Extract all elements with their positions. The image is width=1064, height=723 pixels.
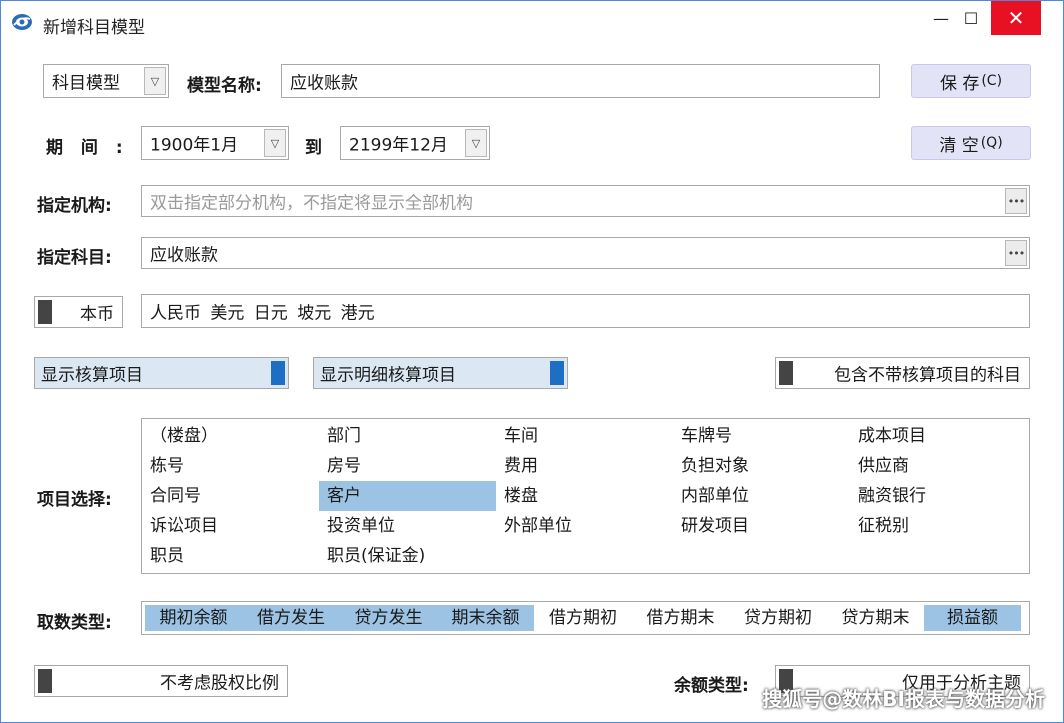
list-item[interactable]: 费用: [496, 451, 673, 481]
fetch-type-item[interactable]: 借方发生: [242, 605, 340, 631]
clear-button[interactable]: 清 空 (Q): [911, 126, 1031, 160]
save-button[interactable]: 保 存 (C): [911, 64, 1031, 98]
currency-input[interactable]: 人民币 美元 日元 坡元 港元: [141, 294, 1030, 328]
model-name-label: 模型名称:: [187, 76, 262, 96]
period-from-select[interactable]: 1900年1月 ▽: [141, 126, 289, 160]
dialog-window: 新增科目模型 — ☐ ✕ 科目模型 ▽ 模型名称: 应收账款 保 存 (C) 期 …: [0, 0, 1064, 723]
list-item[interactable]: 征税别: [850, 511, 1027, 541]
chevron-down-icon[interactable]: ▽: [264, 129, 286, 157]
fetch-type-item[interactable]: 借方期末: [632, 605, 729, 631]
period-to-label: 到: [305, 138, 322, 158]
list-item-selected[interactable]: 客户: [319, 481, 496, 511]
org-label: 指定机构:: [37, 196, 112, 216]
show-accounting-items-label: 显示核算项目: [41, 365, 143, 386]
list-item[interactable]: 房号: [319, 451, 496, 481]
maximize-button[interactable]: ☐: [951, 1, 991, 35]
currency-value: 人民币 美元 日元 坡元 港元: [150, 303, 375, 324]
fetch-type-item[interactable]: 贷方发生: [340, 605, 437, 631]
chevron-down-icon[interactable]: ▽: [465, 129, 487, 157]
include-subjects-label: 包含不带核算项目的科目: [834, 365, 1021, 386]
fetch-type-item[interactable]: 损益额: [924, 605, 1021, 631]
list-item[interactable]: 车牌号: [673, 421, 850, 451]
list-item[interactable]: 楼盘: [496, 481, 673, 511]
model-type-value: 科目模型: [52, 73, 120, 94]
list-item[interactable]: 投资单位: [319, 511, 496, 541]
fetch-type-item[interactable]: 期末余额: [437, 605, 534, 631]
clear-button-label: 清 空: [939, 135, 979, 156]
save-button-label: 保 存: [939, 73, 980, 94]
org-input[interactable]: 双击指定部分机构，不指定将显示全部机构 •••: [141, 185, 1030, 217]
browse-icon[interactable]: •••: [1005, 240, 1027, 266]
list-item[interactable]: 成本项目: [850, 421, 1027, 451]
model-name-input[interactable]: 应收账款: [281, 64, 880, 98]
list-item[interactable]: （楼盘）: [142, 421, 319, 451]
list-item[interactable]: 职员(保证金): [319, 541, 496, 571]
list-item[interactable]: 车间: [496, 421, 673, 451]
fetch-type-item[interactable]: 贷方期末: [827, 605, 924, 631]
close-button[interactable]: ✕: [991, 1, 1041, 35]
chevron-down-icon[interactable]: ▽: [144, 67, 166, 95]
period-label: 期 间 :: [46, 138, 129, 158]
toggle-knob: [779, 361, 793, 385]
list-item[interactable]: 部门: [319, 421, 496, 451]
local-currency-label: 本币: [80, 304, 114, 325]
list-item[interactable]: 供应商: [850, 451, 1027, 481]
toggle-knob: [271, 361, 285, 385]
period-to-value: 2199年12月: [349, 135, 448, 156]
period-to-select[interactable]: 2199年12月 ▽: [340, 126, 490, 160]
list-item[interactable]: 职员: [142, 541, 319, 571]
fetch-type-item[interactable]: 借方期初: [534, 605, 632, 631]
subject-value: 应收账款: [150, 245, 218, 266]
show-detail-items-label: 显示明细核算项目: [320, 365, 456, 386]
include-subjects-toggle[interactable]: 包含不带核算项目的科目: [775, 357, 1030, 389]
list-item[interactable]: 合同号: [142, 481, 319, 511]
fetch-type-item[interactable]: 期初余额: [145, 605, 242, 631]
items-label: 项目选择:: [37, 490, 112, 510]
period-from-value: 1900年1月: [150, 135, 239, 156]
list-item[interactable]: 栋号: [142, 451, 319, 481]
browse-icon[interactable]: •••: [1005, 188, 1027, 214]
list-item[interactable]: 融资银行: [850, 481, 1027, 511]
list-item[interactable]: 研发项目: [673, 511, 850, 541]
model-name-value: 应收账款: [290, 73, 358, 94]
list-item[interactable]: 外部单位: [496, 511, 673, 541]
show-accounting-items-toggle[interactable]: 显示核算项目: [34, 357, 289, 389]
subject-input[interactable]: 应收账款 •••: [141, 237, 1030, 269]
fetch-type-label: 取数类型:: [37, 613, 112, 633]
local-currency-toggle[interactable]: 本币: [34, 296, 123, 328]
equity-ratio-label: 不考虑股权比例: [160, 673, 279, 694]
list-item[interactable]: 内部单位: [673, 481, 850, 511]
toggle-knob: [550, 361, 564, 385]
items-list: （楼盘） 栋号 合同号 诉讼项目 职员 部门 房号 客户 投资单位 职员(保证金…: [141, 418, 1030, 574]
list-item[interactable]: 负担对象: [673, 451, 850, 481]
equity-ratio-toggle[interactable]: 不考虑股权比例: [34, 665, 288, 697]
clear-shortcut: (Q): [980, 135, 1003, 151]
window-title: 新增科目模型: [43, 18, 145, 38]
model-type-select[interactable]: 科目模型 ▽: [43, 64, 169, 98]
save-shortcut: (C): [981, 73, 1003, 89]
show-detail-items-toggle[interactable]: 显示明细核算项目: [313, 357, 568, 389]
fetch-type-list: 期初余额 借方发生 贷方发生 期末余额 借方期初 借方期末 贷方期初 贷方期末 …: [141, 601, 1030, 635]
toggle-knob: [38, 300, 52, 324]
title-bar: 新增科目模型 — ☐ ✕: [1, 1, 1063, 41]
balance-type-label: 余额类型:: [674, 676, 749, 696]
fetch-type-item[interactable]: 贷方期初: [729, 605, 827, 631]
toggle-knob: [38, 669, 52, 693]
list-item[interactable]: 诉讼项目: [142, 511, 319, 541]
watermark: 搜狐号@数林BI报表与数据分析: [762, 687, 1045, 711]
app-logo-icon: [12, 14, 32, 30]
subject-label: 指定科目:: [37, 248, 112, 268]
org-placeholder: 双击指定部分机构，不指定将显示全部机构: [150, 193, 473, 214]
